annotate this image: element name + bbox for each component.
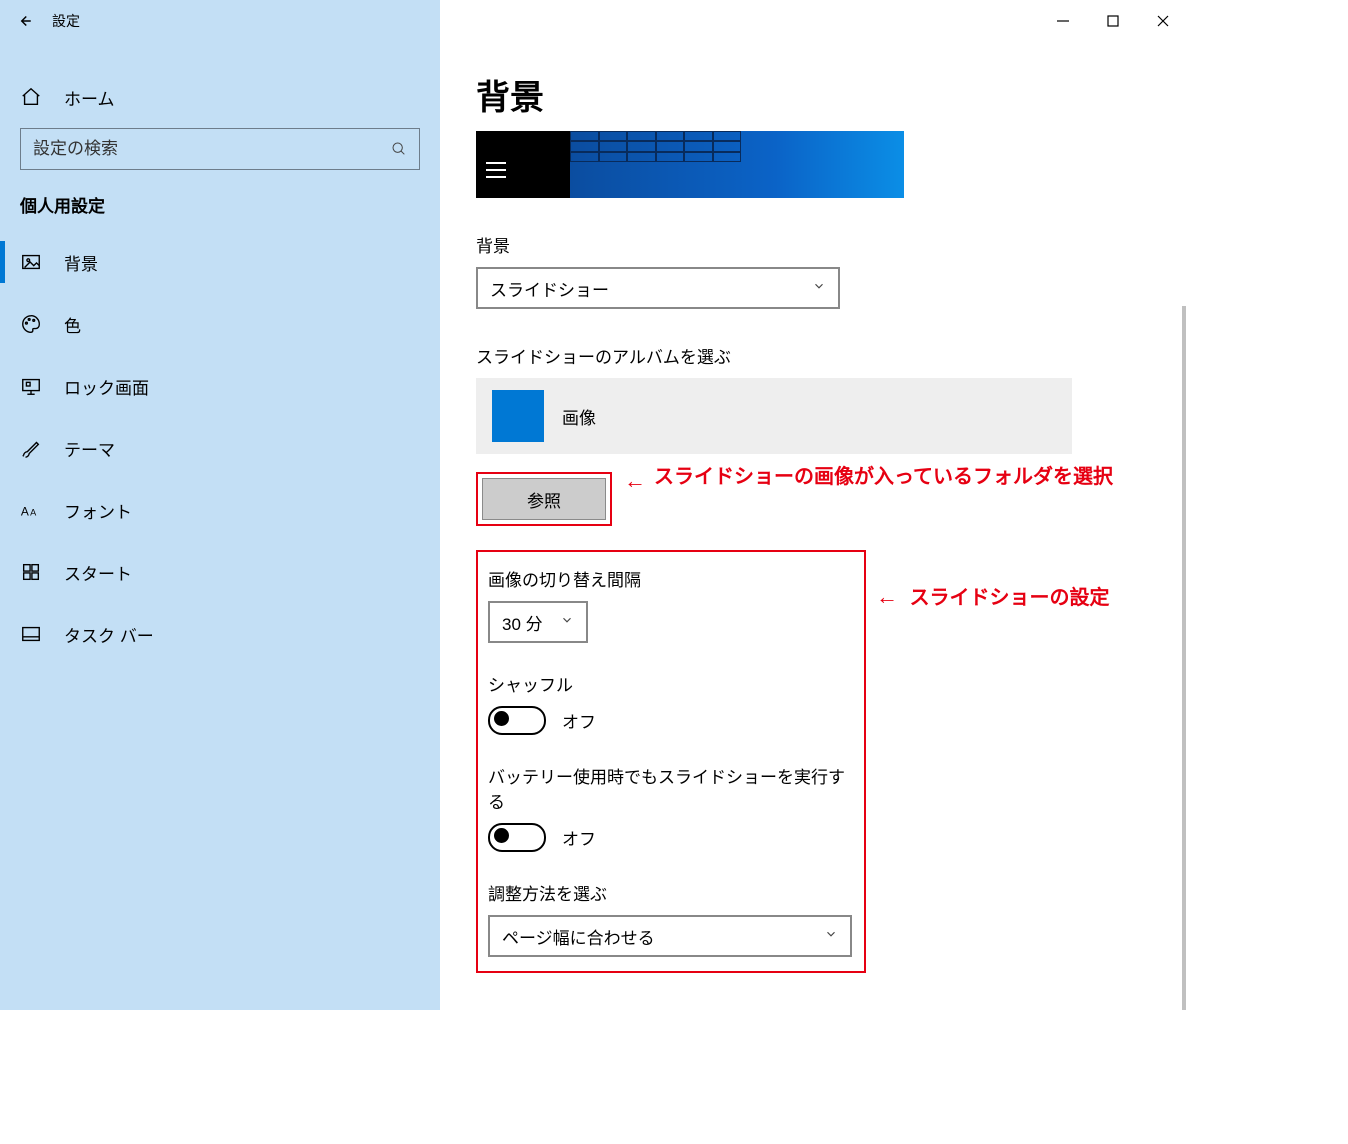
close-icon: [1156, 14, 1170, 28]
window-title: 設定: [52, 11, 80, 31]
sidebar-item-label: スタート: [64, 560, 132, 585]
sidebar-item-label: フォント: [64, 498, 132, 523]
fit-label: 調整方法を選ぶ: [488, 880, 854, 905]
album-selected-label: 画像: [562, 404, 596, 429]
desktop-preview: [476, 131, 904, 198]
browse-button[interactable]: 参照: [482, 478, 606, 520]
sidebar-item-start[interactable]: スタート: [0, 541, 440, 603]
sidebar-item-label: 色: [64, 312, 81, 337]
annotation-arrow-2: ← スライドショーの設定: [876, 580, 1110, 613]
album-thumbnail: [492, 390, 544, 442]
sidebar-home-label: ホーム: [64, 85, 115, 110]
palette-icon: [20, 313, 42, 335]
svg-text:A: A: [21, 505, 29, 519]
font-icon: AA: [20, 499, 42, 521]
minimize-button[interactable]: [1038, 0, 1088, 42]
sidebar-item-lockscreen[interactable]: ロック画面: [0, 355, 440, 417]
back-button[interactable]: [0, 0, 48, 42]
sidebar-item-label: 背景: [64, 250, 98, 275]
titlebar-right: [440, 0, 1188, 42]
fit-dropdown[interactable]: ページ幅に合わせる: [488, 915, 852, 957]
start-icon: [20, 561, 42, 583]
search-input[interactable]: [21, 138, 379, 160]
brush-icon: [20, 437, 42, 459]
shuffle-label: シャッフル: [488, 671, 854, 696]
annotation-arrow-1: ← スライドショーの画像が入っているフォルダを選択: [624, 468, 1113, 494]
sidebar-category: 個人用設定: [0, 184, 440, 231]
arrow-left-icon: ←: [876, 584, 898, 609]
sidebar-home[interactable]: ホーム: [0, 66, 440, 128]
sidebar-item-colors[interactable]: 色: [0, 293, 440, 355]
search-icon: [379, 141, 419, 157]
sidebar-item-background[interactable]: 背景: [0, 231, 440, 293]
sidebar-item-taskbar[interactable]: タスク バー: [0, 603, 440, 665]
titlebar-left: 設定: [0, 0, 440, 42]
minimize-icon: [1056, 14, 1070, 28]
search-wrap: [0, 128, 440, 184]
annotation-box-settings: 画像の切り替え間隔 30 分 シャッフル オフ バッテリー使用時でもスライドショ…: [476, 550, 866, 973]
shuffle-toggle[interactable]: [488, 706, 546, 735]
album-label: スライドショーのアルバムを選ぶ: [476, 343, 1152, 368]
search-box[interactable]: [20, 128, 420, 170]
fit-dropdown-value: ページ幅に合わせる: [502, 924, 655, 949]
svg-text:A: A: [30, 508, 37, 518]
background-dropdown[interactable]: スライドショー: [476, 267, 840, 309]
interval-label: 画像の切り替え間隔: [488, 566, 854, 591]
close-button[interactable]: [1138, 0, 1188, 42]
background-dropdown-value: スライドショー: [490, 276, 609, 301]
battery-label: バッテリー使用時でもスライドショーを実行する: [488, 763, 854, 813]
battery-toggle[interactable]: [488, 823, 546, 852]
sidebar-item-label: テーマ: [64, 436, 115, 461]
home-icon: [20, 86, 42, 108]
body: ホーム 個人用設定 背景: [0, 42, 1188, 1010]
settings-window: 設定 ホーム: [0, 0, 1188, 1010]
picture-icon: [20, 251, 42, 273]
chevron-down-icon: [560, 613, 574, 632]
battery-toggle-value: オフ: [562, 825, 596, 850]
sidebar-item-fonts[interactable]: AA フォント: [0, 479, 440, 541]
maximize-icon: [1106, 14, 1120, 28]
annotation-box-browse: 参照: [476, 472, 612, 526]
maximize-button[interactable]: [1088, 0, 1138, 42]
sidebar-item-label: タスク バー: [64, 622, 154, 647]
annotation-text-settings: スライドショーの設定: [910, 587, 1110, 609]
arrow-left-icon: ←: [624, 468, 646, 494]
interval-dropdown-value: 30 分: [502, 610, 543, 635]
arrow-left-icon: [15, 12, 33, 30]
taskbar-icon: [20, 623, 42, 645]
page-title: 背景: [476, 70, 1152, 119]
main-content: 背景 背景 スライドショー スライドショーのアルバムを選ぶ 画像 参照: [440, 42, 1188, 1010]
monitor-icon: [20, 375, 42, 397]
chevron-down-icon: [812, 279, 826, 298]
titlebar: 設定: [0, 0, 1188, 42]
shuffle-toggle-value: オフ: [562, 708, 596, 733]
sidebar-item-label: ロック画面: [64, 374, 149, 399]
album-row[interactable]: 画像: [476, 378, 1072, 454]
sidebar: ホーム 個人用設定 背景: [0, 42, 440, 1010]
chevron-down-icon: [824, 927, 838, 946]
interval-dropdown[interactable]: 30 分: [488, 601, 588, 643]
annotation-text-browse: スライドショーの画像が入っているフォルダを選択: [654, 462, 1113, 492]
sidebar-item-themes[interactable]: テーマ: [0, 417, 440, 479]
scrollbar[interactable]: [1182, 306, 1186, 1010]
background-label: 背景: [476, 232, 1152, 257]
browse-button-label: 参照: [527, 487, 561, 512]
